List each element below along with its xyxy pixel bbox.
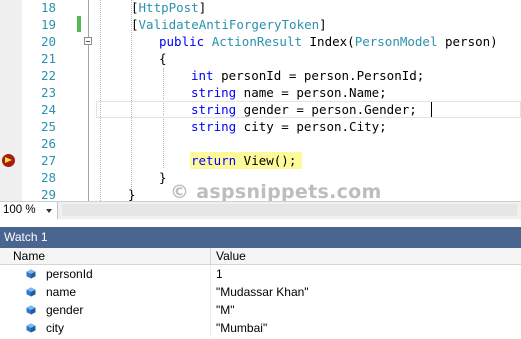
column-divider xyxy=(210,319,211,337)
watch-item-name: gender xyxy=(46,303,84,317)
editor-status-strip: 100 % xyxy=(0,201,521,219)
field-icon xyxy=(26,323,36,333)
watch-row[interactable]: name "Mudassar Khan" xyxy=(0,283,521,301)
line-numbers: 18 19 20 21 22 23 24 25 26 27 28 29 xyxy=(22,0,62,201)
code-line[interactable]: } xyxy=(159,169,167,186)
code-token: { xyxy=(159,51,167,66)
code-line[interactable]: return View(); xyxy=(191,152,296,169)
line-number: 19 xyxy=(40,17,56,32)
watch-row[interactable]: city "Mumbai" xyxy=(0,319,521,337)
code-token: View(); xyxy=(236,153,297,168)
code-editor[interactable]: 18 19 20 21 22 23 24 25 26 27 28 29 [HttpPost] [Vali… xyxy=(0,0,521,201)
column-divider xyxy=(210,301,211,319)
watch-column-headers: Name Value xyxy=(0,248,521,265)
code-token: PersonModel xyxy=(354,34,438,49)
field-icon xyxy=(26,287,36,297)
code-line[interactable]: { xyxy=(159,50,167,67)
watch-row[interactable]: gender "M" xyxy=(0,301,521,319)
watch-row[interactable]: personId 1 xyxy=(0,265,521,283)
horizontal-scrollbar[interactable] xyxy=(62,204,517,216)
code-line[interactable]: string city = person.City; xyxy=(191,118,387,135)
line-number: 27 xyxy=(40,153,56,168)
code-line[interactable]: [HttpPost] xyxy=(131,0,206,16)
column-divider xyxy=(210,283,211,301)
code-line[interactable]: public ActionResult Index(PersonModel pe… xyxy=(159,33,498,50)
indent-guide xyxy=(163,68,164,168)
collapse-region-icon[interactable] xyxy=(84,37,92,45)
column-header-value[interactable]: Value xyxy=(216,248,246,264)
watch-item-name: personId xyxy=(46,267,93,281)
code-line[interactable]: string gender = person.Gender; xyxy=(191,101,417,118)
watermark: © aspsnippets.com xyxy=(170,181,382,201)
code-token: HttpPost xyxy=(138,0,199,15)
code-token: [ xyxy=(131,0,139,15)
code-line[interactable]: string name = person.Name; xyxy=(191,84,387,101)
code-token: [ xyxy=(131,17,139,32)
code-line[interactable]: } xyxy=(128,186,136,201)
watch-item-value[interactable]: "Mumbai" xyxy=(216,319,267,337)
line-number: 26 xyxy=(40,136,56,151)
code-token: ActionResult xyxy=(211,34,302,49)
field-icon xyxy=(26,305,36,315)
code-token: return xyxy=(191,153,237,168)
breakpoint-current-statement-icon[interactable] xyxy=(2,154,15,167)
code-token: string xyxy=(191,102,237,117)
watch-item-value[interactable]: 1 xyxy=(216,265,223,283)
line-number: 25 xyxy=(40,119,56,134)
text-caret xyxy=(431,102,432,117)
field-icon xyxy=(26,269,36,279)
code-token: ValidateAntiForgeryToken xyxy=(138,17,320,32)
change-tracking-bar xyxy=(77,16,81,32)
line-number: 18 xyxy=(40,0,56,15)
code-token: ] xyxy=(319,17,327,32)
code-token: } xyxy=(159,170,167,185)
watch-panel-title[interactable]: Watch 1 xyxy=(0,227,521,248)
code-token: gender = person.Gender; xyxy=(236,102,417,117)
code-token: Index( xyxy=(302,34,355,49)
code-token: name = person.Name; xyxy=(236,85,387,100)
line-number: 24 xyxy=(40,102,56,117)
line-number: 29 xyxy=(40,187,56,201)
line-number: 23 xyxy=(40,85,56,100)
line-number: 20 xyxy=(40,34,56,49)
code-token: personId = person.PersonId; xyxy=(213,68,425,83)
chevron-down-icon[interactable] xyxy=(46,209,52,213)
watch-item-value[interactable]: "M" xyxy=(216,301,235,319)
line-number: 21 xyxy=(40,51,56,66)
column-divider xyxy=(210,265,211,283)
code-token: string xyxy=(191,119,237,134)
code-line[interactable]: [ValidateAntiForgeryToken] xyxy=(131,16,327,33)
indicator-margin[interactable] xyxy=(0,0,22,201)
code-token: string xyxy=(191,85,237,100)
code-line[interactable]: int personId = person.PersonId; xyxy=(191,67,424,84)
watch-item-name: name xyxy=(46,285,77,299)
column-divider[interactable] xyxy=(210,248,211,265)
code-token: ] xyxy=(198,0,207,15)
column-header-name[interactable]: Name xyxy=(13,248,45,264)
code-token: person) xyxy=(437,34,498,49)
code-token: public xyxy=(159,34,212,49)
watch-item-value[interactable]: "Mudassar Khan" xyxy=(216,283,309,301)
watch-item-name: city xyxy=(46,321,64,335)
zoom-dropdown[interactable]: 100 % xyxy=(0,202,58,219)
code-token: city = person.City; xyxy=(236,119,387,134)
line-number: 22 xyxy=(40,68,56,83)
line-number: 28 xyxy=(40,170,56,185)
outline-fold-line xyxy=(88,0,89,201)
code-token: int xyxy=(191,68,214,83)
code-token: } xyxy=(128,187,136,201)
zoom-level: 100 % xyxy=(3,204,36,216)
